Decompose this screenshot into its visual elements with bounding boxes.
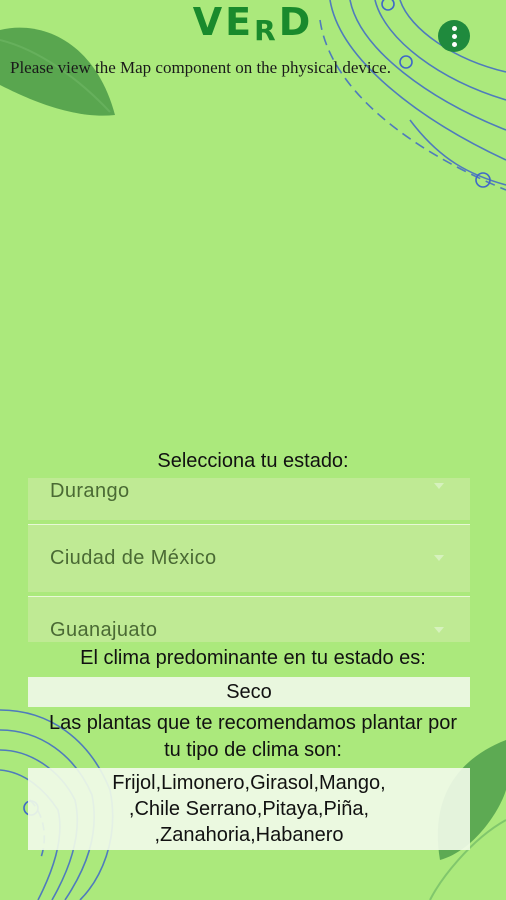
- state-option-label: Ciudad de México: [50, 546, 217, 569]
- plants-line: ,Zanahoria,Habanero: [154, 824, 344, 846]
- plants-label-line: Las plantas que te recomendamos plantar …: [48, 712, 458, 734]
- plants-label: Las plantas que te recomendamos plantar …: [0, 710, 506, 764]
- climate-value: Seco: [28, 677, 470, 707]
- dropdown-caret-icon: [434, 627, 444, 633]
- state-option-label: Durango: [50, 479, 130, 502]
- state-option[interactable]: Guanajuato: [28, 596, 470, 642]
- state-option[interactable]: Ciudad de México: [28, 524, 470, 592]
- logo-letter: R: [254, 13, 279, 47]
- logo-letter: D: [278, 0, 314, 44]
- plants-line: ,Chile Serrano,Pitaya,Piña,: [128, 798, 370, 820]
- dropdown-caret-icon: [434, 555, 444, 561]
- state-option[interactable]: Durango: [28, 478, 470, 520]
- dropdown-caret-icon: [434, 483, 444, 489]
- recommended-plants-list: Frijol,Limonero,Girasol,Mango, ,Chile Se…: [28, 768, 470, 850]
- more-vert-icon[interactable]: [438, 20, 470, 52]
- app-logo: V E R D: [0, 0, 506, 47]
- logo-letter: V: [192, 0, 226, 44]
- state-option-label: Guanajuato: [50, 618, 158, 641]
- map-placeholder-message: Please view the Map component on the phy…: [10, 58, 391, 77]
- logo-letter: E: [225, 0, 255, 44]
- state-select-label: Selecciona tu estado:: [157, 450, 349, 472]
- plants-line: Frijol,Limonero,Girasol,Mango,: [112, 772, 386, 794]
- climate-label: El clima predominante en tu estado es:: [80, 647, 426, 669]
- plants-label-line: tu tipo de clima son:: [164, 739, 342, 761]
- state-picker[interactable]: Durango Ciudad de México Guanajuato: [28, 478, 470, 642]
